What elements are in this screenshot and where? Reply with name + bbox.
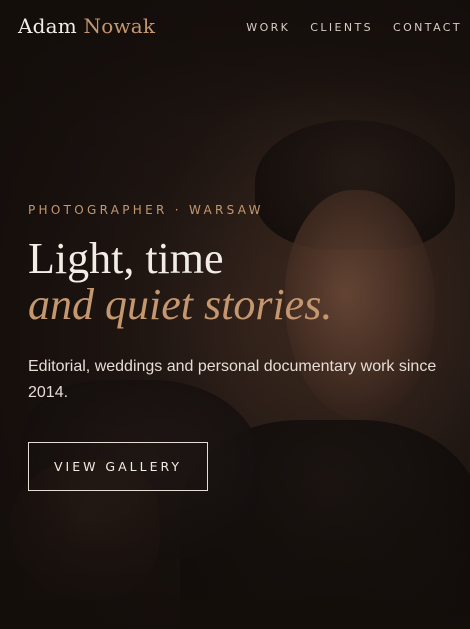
brand-last-name: Nowak	[83, 14, 156, 38]
nav-link-clients[interactable]: CLIENTS	[310, 21, 373, 34]
brand-logo[interactable]: Adam Nowak	[18, 14, 155, 38]
brand-first-name: Adam	[18, 14, 77, 38]
nav-links: WORK CLIENTS CONTACT	[246, 21, 462, 34]
nav-link-work[interactable]: WORK	[246, 21, 290, 34]
hero-section: Adam Nowak WORK CLIENTS CONTACT PHOTOGRA…	[0, 0, 470, 629]
bottom-gradient-overlay	[0, 469, 470, 629]
view-gallery-button[interactable]: VIEW GALLERY	[28, 442, 208, 491]
hero-description: Editorial, weddings and personal documen…	[28, 358, 437, 401]
nav-link-contact[interactable]: CONTACT	[393, 21, 462, 34]
hero-headline: Light, time and quiet stories.	[28, 236, 332, 328]
hero-eyebrow: PHOTOGRAPHER · WARSAW	[28, 203, 264, 217]
headline-line-2: and quiet stories.	[28, 280, 333, 329]
top-navigation: Adam Nowak WORK CLIENTS CONTACT	[0, 0, 470, 58]
headline-line-1: Light, time	[28, 234, 224, 283]
